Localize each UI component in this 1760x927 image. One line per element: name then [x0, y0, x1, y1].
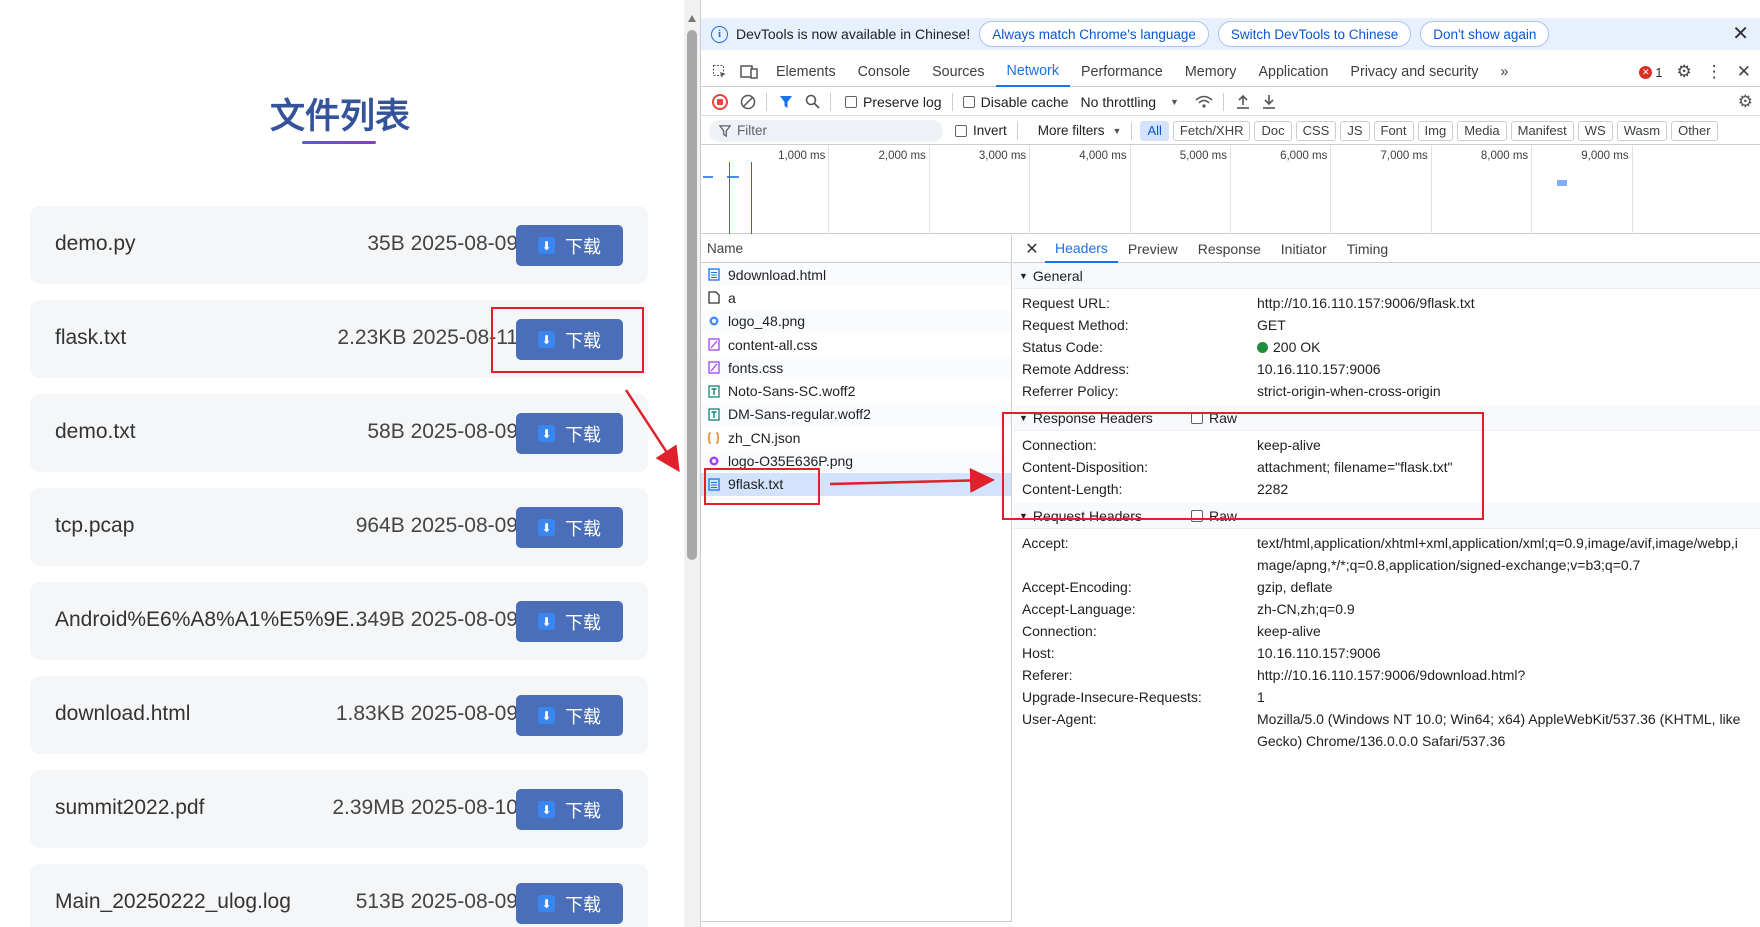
- annotation-arrow-right: [829, 468, 995, 493]
- annotation-arrow-down: [624, 389, 680, 473]
- annotation-arrows: [624, 389, 995, 493]
- screenshot-root: 文件列表 demo.py 35B 2025-08-09 ⬇ 下载 flask.txt 2.…: [0, 0, 1760, 927]
